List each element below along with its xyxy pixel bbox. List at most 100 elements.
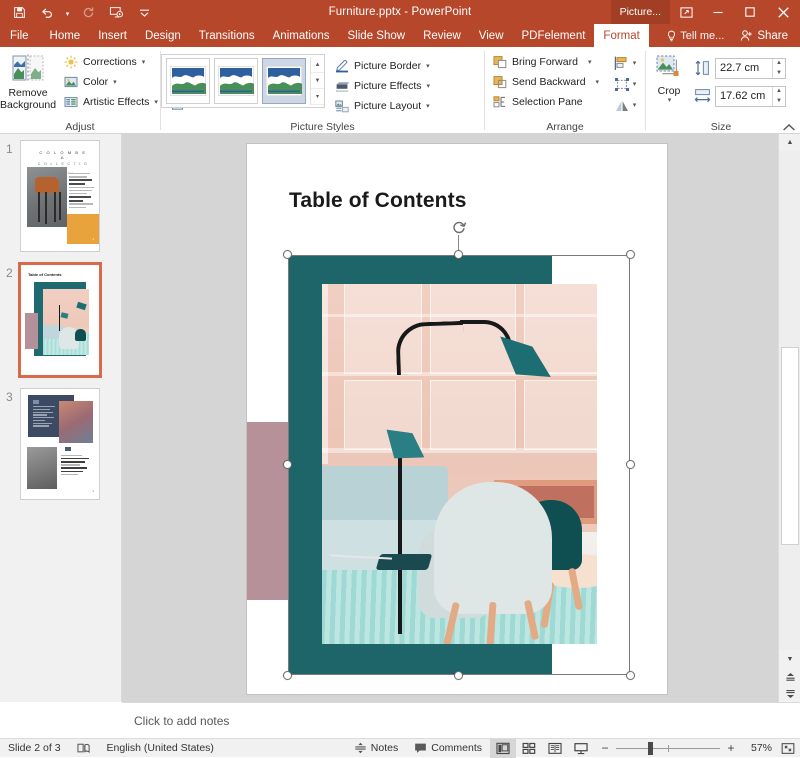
zoom-out-button[interactable]: − bbox=[600, 741, 610, 755]
picture-effects-button[interactable]: Picture Effects ▾ bbox=[331, 76, 433, 96]
comments-button[interactable]: Comments bbox=[406, 739, 490, 758]
picture-layout-button[interactable]: Picture Layout ▾ bbox=[331, 96, 433, 116]
thumbnail-canvas-selected[interactable]: Table of Contents bbox=[18, 262, 102, 378]
gallery-more-icon[interactable]: ▾ bbox=[311, 89, 324, 105]
resize-handle-top-right[interactable] bbox=[626, 250, 635, 259]
notes-pane[interactable]: Click to add notes bbox=[122, 702, 800, 738]
chevron-down-icon[interactable]: ▾ bbox=[633, 59, 637, 67]
corrections-button[interactable]: Corrections ▾ bbox=[60, 52, 161, 72]
tab-review[interactable]: Review bbox=[414, 24, 470, 47]
thumbnail-slide-1[interactable]: 1 C O L O M B E A C O L L E C T I O N In… bbox=[0, 134, 121, 258]
tab-pdfelement[interactable]: PDFelement bbox=[513, 24, 595, 47]
shape-height-input[interactable] bbox=[716, 58, 772, 78]
slide-thumbnail-pane[interactable]: 1 C O L O M B E A C O L L E C T I O N In… bbox=[0, 134, 122, 702]
resize-handle-middle-right[interactable] bbox=[626, 460, 635, 469]
scrollbar-track[interactable] bbox=[779, 151, 800, 650]
tab-transitions[interactable]: Transitions bbox=[190, 24, 264, 47]
shape-height-spinner[interactable]: ▲ ▼ bbox=[772, 58, 785, 78]
tab-insert[interactable]: Insert bbox=[89, 24, 136, 47]
picture-style-option-2[interactable] bbox=[214, 58, 258, 104]
tab-design[interactable]: Design bbox=[136, 24, 190, 47]
collapse-ribbon-icon[interactable] bbox=[782, 123, 796, 133]
picture-style-option-1[interactable] bbox=[166, 58, 210, 104]
spinner-up-icon[interactable]: ▲ bbox=[773, 59, 785, 69]
thumbnail-canvas[interactable]: C O L O M B E A C O L L E C T I O N Inte… bbox=[20, 140, 100, 252]
selection-pane-button[interactable]: Selection Pane bbox=[489, 92, 602, 112]
vertical-scrollbar[interactable]: ▲ ▼ bbox=[778, 134, 800, 702]
picture-border-button[interactable]: Picture Border ▾ bbox=[331, 56, 433, 76]
chevron-down-icon[interactable]: ▾ bbox=[113, 78, 117, 86]
tab-slide-show[interactable]: Slide Show bbox=[339, 24, 415, 47]
chevron-down-icon[interactable]: ▾ bbox=[596, 78, 600, 86]
spinner-up-icon[interactable]: ▲ bbox=[773, 87, 785, 97]
shape-width-input[interactable] bbox=[716, 86, 772, 106]
chevron-down-icon[interactable]: ▾ bbox=[427, 82, 431, 90]
save-icon[interactable] bbox=[6, 1, 32, 23]
shape-width-field[interactable]: ▲ ▼ bbox=[715, 85, 786, 107]
shape-width-spinner[interactable]: ▲ ▼ bbox=[772, 86, 785, 106]
artistic-effects-button[interactable]: Artistic Effects ▾ bbox=[60, 92, 161, 112]
resize-handle-bottom-center[interactable] bbox=[454, 671, 463, 680]
crop-button[interactable]: Crop ▾ bbox=[646, 50, 692, 105]
chevron-down-icon[interactable]: ▾ bbox=[588, 58, 592, 66]
chevron-down-icon[interactable]: ▾ bbox=[668, 97, 672, 105]
share-button[interactable]: Share bbox=[734, 24, 800, 47]
undo-icon[interactable] bbox=[34, 1, 60, 23]
resize-handle-bottom-right[interactable] bbox=[626, 671, 635, 680]
zoom-slider-track[interactable] bbox=[616, 741, 720, 755]
ribbon-display-options-icon[interactable] bbox=[670, 0, 702, 24]
thumbnail-canvas[interactable]: 3 bbox=[20, 388, 100, 500]
slide-title-text[interactable]: Table of Contents bbox=[289, 189, 466, 213]
zoom-in-button[interactable]: + bbox=[726, 741, 736, 755]
previous-slide-icon[interactable] bbox=[779, 668, 800, 685]
resize-handle-top-center[interactable] bbox=[454, 250, 463, 259]
rotate-button[interactable]: ▾ bbox=[608, 95, 642, 115]
remove-background-button[interactable]: Remove Background bbox=[0, 50, 56, 111]
language-indicator[interactable]: English (United States) bbox=[99, 739, 222, 758]
picture-style-option-3[interactable] bbox=[262, 58, 306, 104]
tab-animations[interactable]: Animations bbox=[264, 24, 339, 47]
undo-dropdown-caret[interactable]: ▾ bbox=[62, 1, 73, 23]
tab-home[interactable]: Home bbox=[41, 24, 90, 47]
picture-styles-gallery-scroll[interactable]: ▲ ▼ ▾ bbox=[310, 57, 324, 105]
slideshow-icon[interactable] bbox=[103, 1, 129, 23]
send-backward-button[interactable]: Send Backward ▾ bbox=[489, 72, 602, 92]
restore-icon[interactable] bbox=[734, 0, 766, 24]
next-slide-icon[interactable] bbox=[779, 685, 800, 702]
tab-format[interactable]: Format bbox=[594, 24, 649, 47]
redo-icon[interactable] bbox=[75, 1, 101, 23]
zoom-percentage[interactable]: 57% bbox=[742, 742, 776, 754]
notes-button[interactable]: Notes bbox=[346, 739, 406, 758]
tab-view[interactable]: View bbox=[470, 24, 513, 47]
mauve-accent-shape[interactable] bbox=[247, 422, 291, 600]
scroll-up-icon[interactable]: ▲ bbox=[779, 134, 800, 151]
minimize-icon[interactable] bbox=[702, 0, 734, 24]
chevron-down-icon[interactable]: ▾ bbox=[633, 80, 637, 88]
chevron-down-icon[interactable]: ▾ bbox=[154, 98, 158, 106]
group-button[interactable]: ▾ bbox=[608, 74, 642, 94]
resize-handle-middle-left[interactable] bbox=[283, 460, 292, 469]
chevron-down-icon[interactable]: ▾ bbox=[142, 58, 146, 66]
tab-file[interactable]: File bbox=[0, 24, 41, 47]
slide-show-icon[interactable] bbox=[568, 739, 594, 758]
zoom-slider[interactable]: − + bbox=[594, 741, 742, 755]
scroll-down-icon[interactable]: ▼ bbox=[779, 651, 800, 668]
shape-height-field[interactable]: ▲ ▼ bbox=[715, 57, 786, 79]
tell-me-search[interactable]: Tell me... bbox=[656, 24, 734, 47]
slide-sorter-icon[interactable] bbox=[516, 739, 542, 758]
slide-indicator[interactable]: Slide 2 of 3 bbox=[0, 739, 69, 758]
gallery-scroll-up-icon[interactable]: ▲ bbox=[311, 57, 324, 73]
scrollbar-thumb[interactable] bbox=[781, 347, 799, 545]
normal-view-icon[interactable] bbox=[490, 738, 516, 758]
chevron-down-icon[interactable]: ▾ bbox=[633, 101, 637, 109]
thumbnail-slide-3[interactable]: 3 3 bbox=[0, 382, 121, 506]
accessibility-check-icon[interactable] bbox=[69, 739, 99, 758]
resize-handle-bottom-left[interactable] bbox=[283, 671, 292, 680]
chevron-down-icon[interactable]: ▾ bbox=[426, 102, 430, 110]
gallery-scroll-down-icon[interactable]: ▼ bbox=[311, 73, 324, 89]
thumbnail-slide-2[interactable]: 2 Table of Contents bbox=[0, 258, 121, 382]
slide-surface[interactable]: Table of Contents bbox=[247, 144, 667, 694]
customize-quick-access-toolbar-icon[interactable] bbox=[131, 1, 157, 23]
zoom-slider-thumb[interactable] bbox=[648, 741, 653, 755]
notes-placeholder[interactable]: Click to add notes bbox=[134, 714, 229, 728]
